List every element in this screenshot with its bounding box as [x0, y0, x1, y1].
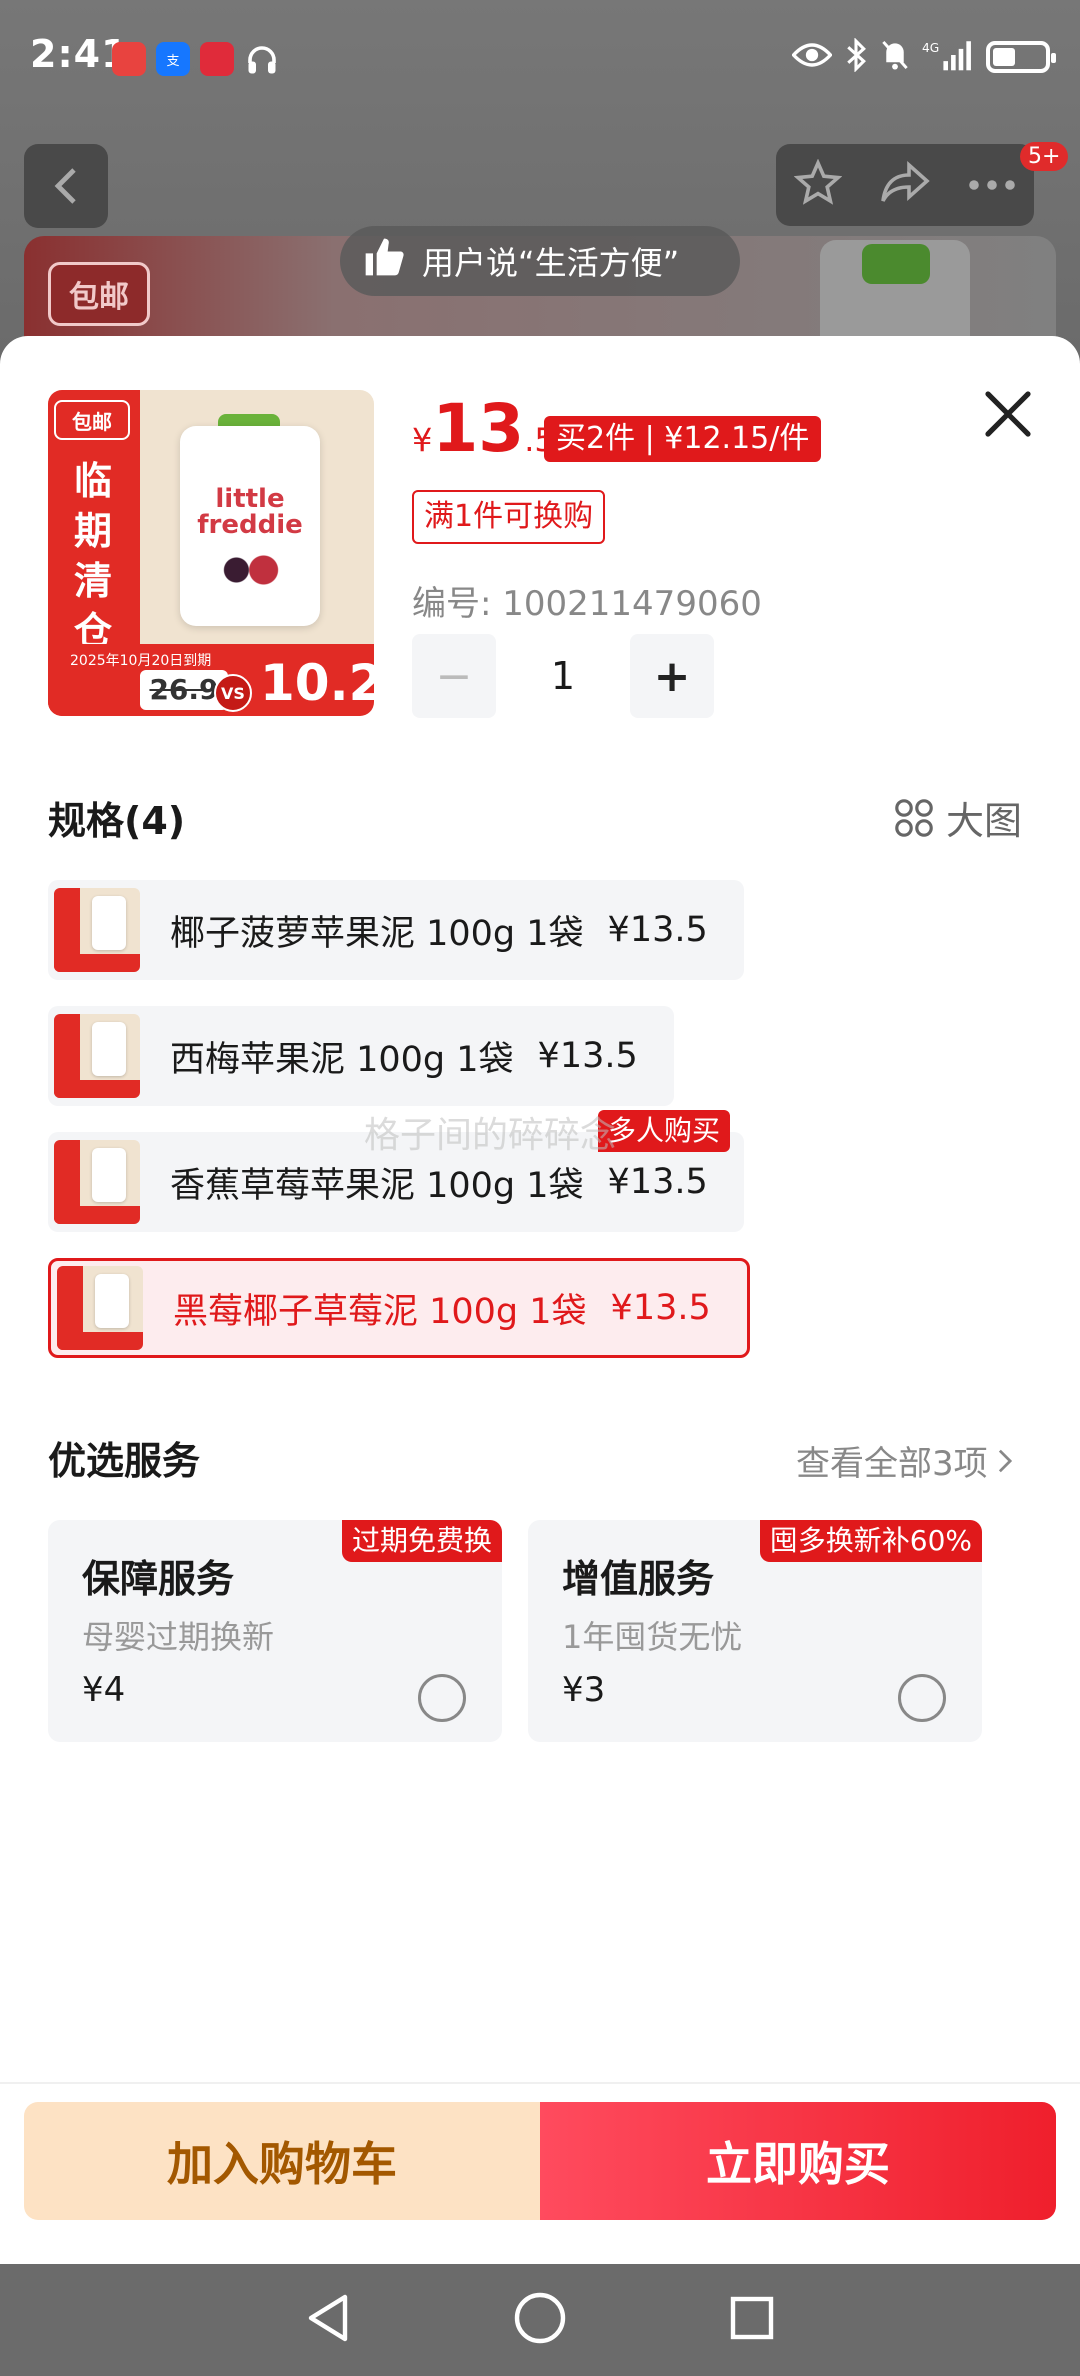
thumb-brand: little freddie [197, 484, 303, 540]
big-image-toggle[interactable]: 大图 [894, 790, 1022, 845]
quantity-value[interactable]: 1 [496, 654, 630, 698]
watermark: 格子间的碎碎念 [364, 1115, 617, 1156]
thumb-free-shipping-tag: 包邮 [54, 400, 130, 440]
price-integer: 13 [432, 390, 525, 467]
spec-option-2[interactable]: 西梅苹果泥 100g 1袋 ¥13.5 [48, 1006, 674, 1106]
alipay-icon: 支 [156, 42, 190, 76]
status-bar: 2:41 支 4G [0, 0, 1080, 120]
spec-option-name: 椰子菠萝苹果泥 100g 1袋 [170, 913, 584, 954]
quantity-plus-button[interactable]: + [630, 634, 714, 718]
multi-buy-promo: 买2件 | ¥12.15/件 [544, 416, 822, 462]
service-badge: 过期免费换 [341, 1520, 502, 1562]
service-card-value-added[interactable]: 囤多换新补60% 增值服务 1年囤货无忧 ¥3 [528, 1520, 982, 1742]
thumb-clearance-label: 临期清仓 [73, 459, 112, 653]
status-indicators: 4G [791, 37, 1056, 76]
thumb-berries-image [216, 548, 284, 592]
svg-text:4G: 4G [922, 41, 939, 55]
signal-icon: 4G [922, 39, 974, 75]
services-title: 优选服务 [48, 1439, 201, 1483]
see-all-label: 查看全部3项 [796, 1444, 988, 1484]
close-button[interactable] [980, 386, 1036, 442]
back-button[interactable] [24, 144, 108, 228]
thumb-sale-price: 10.2 [260, 654, 374, 712]
system-nav-bar [0, 2264, 1080, 2376]
service-title: 增值服务 [562, 1557, 715, 1601]
spec-option-1[interactable]: 椰子菠萝苹果泥 100g 1袋 ¥13.5 [48, 880, 744, 980]
thumbs-up-icon [362, 235, 406, 287]
headphones-icon [244, 42, 280, 82]
service-title: 保障服务 [82, 1557, 235, 1601]
thumb-vs-badge: VS [214, 674, 252, 712]
nav-recents-icon[interactable] [727, 2293, 777, 2347]
price-currency: ¥ [412, 421, 433, 459]
thumb-expiry-date: 2025年10月20日到期 [70, 653, 212, 669]
service-card-protection[interactable]: 过期免费换 保障服务 母婴过期换新 ¥4 [48, 1520, 502, 1742]
service-price: ¥4 [82, 1670, 126, 1710]
favorite-star-icon[interactable] [793, 158, 843, 211]
spec-title: 规格(4) [48, 799, 186, 843]
spec-option-thumbnail [57, 1266, 143, 1350]
spec-option-4-selected[interactable]: 黑莓椰子草莓泥 100g 1袋 ¥13.5 [48, 1258, 750, 1358]
quantity-stepper: − 1 + [412, 634, 714, 718]
spec-option-price: ¥13.5 [607, 910, 708, 950]
service-radio[interactable] [898, 1674, 946, 1722]
product-thumbnail[interactable]: 包邮 临期清仓 little freddie 2025年10月20日到期 26.… [48, 390, 374, 716]
nav-back-icon[interactable] [303, 2291, 353, 2349]
spec-option-price: ¥13.5 [610, 1288, 711, 1328]
add-to-cart-button[interactable]: 加入购物车 [24, 2102, 540, 2220]
services-see-all[interactable]: 查看全部3项 [796, 1436, 1012, 1485]
hero-free-shipping-tag: 包邮 [48, 262, 150, 326]
exchange-offer-chip[interactable]: 满1件可换购 [412, 490, 606, 544]
bluetooth-icon [844, 37, 868, 76]
sku-selector-sheet: 包邮 临期清仓 little freddie 2025年10月20日到期 26.… [0, 336, 1080, 2264]
spec-option-thumbnail [54, 1014, 140, 1098]
eye-icon [791, 40, 833, 74]
popular-badge: 多人购买 [598, 1110, 731, 1152]
service-subtitle: 母婴过期换新 [82, 1618, 275, 1656]
spec-option-name: 黑莓椰子草莓泥 100g 1袋 [173, 1291, 587, 1332]
app-icon-3 [200, 42, 234, 76]
spec-option-price: ¥13.5 [607, 1162, 708, 1202]
service-radio[interactable] [418, 1674, 466, 1722]
price: ¥ 13 .5 [412, 396, 555, 462]
big-image-label: 大图 [946, 799, 1023, 843]
chevron-right-icon [998, 1449, 1012, 1472]
spec-option-name: 西梅苹果泥 100g 1袋 [170, 1039, 514, 1080]
spec-option-thumbnail [54, 1140, 140, 1224]
spec-option-price: ¥13.5 [537, 1036, 638, 1076]
nav-home-icon[interactable] [513, 2291, 567, 2349]
buy-now-button[interactable]: 立即购买 [540, 2102, 1056, 2220]
status-app-icons: 支 [112, 42, 280, 82]
message-count-badge: 5+ [1020, 142, 1069, 171]
spec-option-name: 香蕉草莓苹果泥 100g 1袋 [170, 1165, 584, 1206]
service-subtitle: 1年囤货无忧 [562, 1618, 743, 1656]
quantity-minus-button[interactable]: − [412, 634, 496, 718]
sku-code: 编号: 100211479060 [412, 584, 762, 624]
service-badge: 囤多换新补60% [759, 1520, 982, 1562]
chevron-left-icon [54, 168, 76, 204]
app-icon-1 [112, 42, 146, 76]
more-icon[interactable] [968, 176, 1016, 195]
battery-icon [986, 41, 1056, 73]
share-icon[interactable] [879, 160, 931, 209]
top-action-group [776, 144, 1034, 226]
hero-product-cap [862, 244, 930, 284]
service-price: ¥3 [562, 1670, 606, 1710]
action-bar-divider [0, 2082, 1080, 2084]
review-toast: 用户说“生活方便” [340, 226, 740, 296]
toast-text: 用户说“生活方便” [422, 244, 680, 282]
mute-bell-icon [880, 39, 910, 75]
close-icon [985, 391, 1031, 437]
grid-icon [895, 798, 933, 837]
spec-option-thumbnail [54, 888, 140, 972]
